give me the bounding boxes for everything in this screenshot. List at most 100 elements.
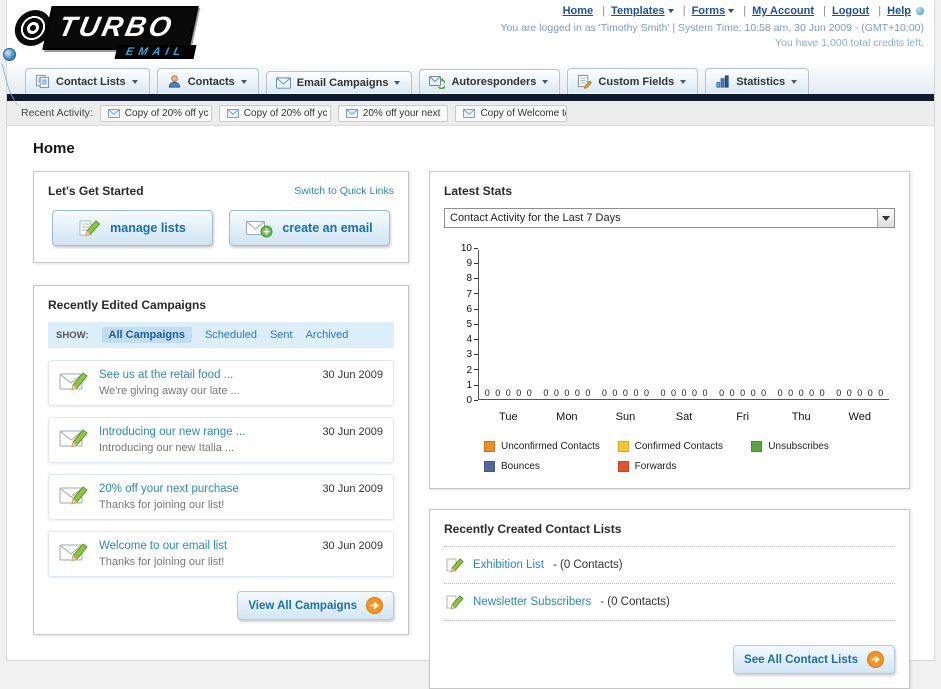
campaign-subtitle: Thanks for joining our list! [99,499,225,511]
switch-quick-links[interactable]: Switch to Quick Links [294,185,394,197]
chevron-down-icon [728,9,735,14]
logo-text: TURBO EMAIL [42,6,199,59]
forms-menu[interactable]: Forms [692,5,726,17]
nav-tab-label: Statistics [736,75,786,88]
chart-plot-area: 0 0 0 0 0 0 0 0 0 0 0 0 0 0 0 0 0 0 0 0 0 0 … [478,250,889,400]
chevron-down-icon [394,81,401,85]
campaign-subtitle: Introducing our new Italia ... [99,442,235,454]
y-tick-label: 9 [466,259,478,269]
pencil-paper-icon [79,219,101,237]
contact-list-row: Exhibition List - (0 Contacts) [444,547,895,584]
chevron-down-icon [791,79,798,84]
campaign-edit-icon [59,483,89,507]
filter-sent[interactable]: Sent [270,329,293,341]
nav-tab-label: Email Campaigns [296,77,389,89]
campaigns-filter-bar: SHOW: All Campaigns Scheduled Sent Archi… [48,322,394,348]
chevron-down-icon [240,79,247,84]
stats-period-select[interactable]: Contact Activity for the Last 7 Days [444,208,895,228]
recent-activity-item[interactable]: Copy of 20% off yc [218,104,331,122]
latest-stats-panel: Latest Stats Contact Activity for the La… [429,171,910,489]
recent-activity-bar: Recent Activity: Copy of 20% off yc Copy… [7,101,934,126]
nav-tab-label: Custom Fields [598,75,675,88]
bar-value-labels: 0 0 0 0 0 [719,388,767,398]
x-tick-label: Mon [556,411,578,423]
arrow-right-icon [867,651,884,668]
view-all-campaigns-button[interactable]: View All Campaigns [237,591,394,620]
campaign-edit-icon [59,540,89,564]
header: TURBO EMAIL Home Templates Forms My Acco… [7,0,934,64]
login-info: You are logged in as 'Timothy Smith' | S… [500,22,924,34]
campaign-title-link[interactable]: 20% off your next purchase [99,483,239,495]
nav-tab-contact-lists[interactable]: Contact Lists [25,68,150,94]
recent-activity-text: Copy of 20% off yc [124,107,209,119]
statistics-icon [715,74,730,89]
logo-email: EMAIL [114,45,198,59]
legend-item: Unsubscribes [751,441,885,452]
y-tick-label: 0 [466,395,478,406]
campaign-title-link[interactable]: Welcome to our email list [99,540,227,552]
nav-tab-autoresponders[interactable]: Autoresponders [419,69,561,94]
create-email-button[interactable]: create an email [229,210,390,246]
legend-swatch [484,461,495,472]
contacts-icon [167,74,182,89]
see-all-contact-lists-label: See All Contact Lists [744,653,858,666]
recent-activity-item[interactable]: 20% off your next [337,104,449,122]
campaign-title-link[interactable]: Introducing our new range ... [99,426,245,438]
logo-turbo: TURBO [42,6,199,50]
y-tick-label: 6 [466,304,478,315]
manage-lists-button[interactable]: manage lists [52,210,213,246]
nav-tab-contacts[interactable]: Contacts [156,68,259,94]
legend-item: Unconfirmed Contacts [484,441,618,452]
get-started-title: Let's Get Started [48,184,144,198]
legend-item: Bounces [484,461,618,472]
nav-tab-custom-fields[interactable]: Custom Fields [567,68,699,94]
campaign-edit-icon [59,426,89,450]
contact-list-count: - (0 Contacts) [600,596,670,608]
contact-list-link[interactable]: Exhibition List [473,559,544,571]
app-logo: TURBO EMAIL [12,6,199,59]
bar-value-labels: 0 0 0 0 0 [660,388,708,398]
recent-contact-lists-title: Recently Created Contact Lists [444,522,622,536]
chart-x-labels: Tue Mon Sun Sat Fri Thu Wed [479,411,889,423]
nav-tab-statistics[interactable]: Statistics [705,68,810,94]
legend-swatch [751,441,763,452]
recent-activity-text: Copy of Welcome tc [480,107,568,119]
custom-fields-icon [577,74,593,89]
see-all-contact-lists-button[interactable]: See All Contact Lists [733,645,895,674]
help-link[interactable]: Help [887,5,911,17]
pencil-paper-icon [446,556,464,574]
contact-list-link[interactable]: Newsletter Subscribers [473,596,591,608]
campaign-date: 30 Jun 2009 [322,483,383,495]
recent-campaigns-title: Recently Edited Campaigns [48,298,207,312]
campaign-row: Welcome to our email list Thanks for joi… [48,531,394,577]
filter-archived[interactable]: Archived [306,329,349,341]
recent-activity-item[interactable]: Copy of 20% off yc [99,104,212,122]
recent-activity-item[interactable]: Copy of Welcome tc [455,104,568,122]
bar-value-labels: 0 0 0 0 0 [601,388,649,398]
email-icon [345,108,358,118]
chevron-down-icon [542,80,549,84]
x-tick-label: Sun [615,411,636,423]
templates-menu[interactable]: Templates [611,5,665,17]
recent-activity-text: 20% off your next [362,107,441,119]
bar-value-labels: 0 0 0 0 0 [777,388,825,398]
chart-y-axis: 10 9 8 7 6 5 4 3 2 1 0 [450,244,478,406]
x-tick-label: Tue [499,411,518,423]
select-dropdown-button[interactable] [877,209,894,227]
bar-value-labels: 0 0 0 0 0 [836,388,884,398]
home-link[interactable]: Home [563,5,594,17]
app-window: TURBO EMAIL Home Templates Forms My Acco… [1,0,935,689]
create-email-label: create an email [282,221,373,235]
page-title: Home [33,140,75,157]
show-label: SHOW: [56,329,89,341]
my-account-link[interactable]: My Account [752,5,814,17]
nav-tab-email-campaigns[interactable]: Email Campaigns [265,71,413,94]
logout-link[interactable]: Logout [832,5,869,17]
y-tick-label: 5 [466,319,478,330]
contact-list-count: - (0 Contacts) [552,559,623,571]
campaign-title-link[interactable]: See us at the retail food ... [99,369,233,381]
filter-all-campaigns[interactable]: All Campaigns [101,327,192,343]
campaign-edit-icon [59,369,89,393]
filter-scheduled[interactable]: Scheduled [205,329,257,341]
recent-activity-label: Recent Activity: [21,107,93,119]
